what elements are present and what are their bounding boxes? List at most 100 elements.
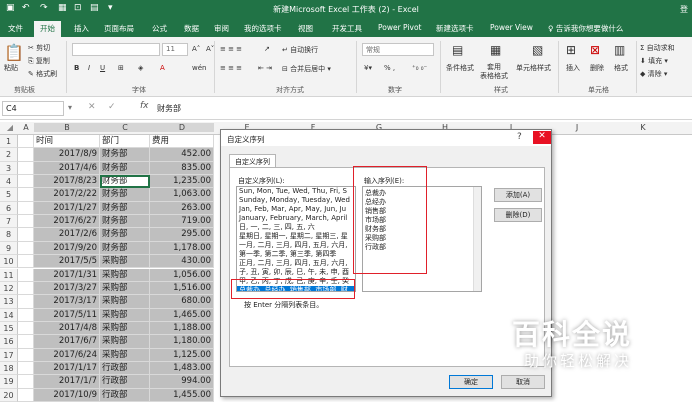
tab-home[interactable]: 开始 (34, 21, 61, 37)
close-icon[interactable]: ✕ (533, 131, 551, 144)
tab-power-pivot[interactable]: Power Pivot (378, 23, 421, 32)
font-name-dropdown[interactable] (72, 43, 160, 56)
format-painter-button[interactable]: ✎ 格式刷 (28, 69, 57, 79)
tab-review[interactable]: 审阅 (214, 23, 229, 34)
column-header-k[interactable]: K (610, 123, 676, 132)
align-top-icon[interactable]: ≡ ≡ ≡ (220, 45, 242, 53)
cost-cell[interactable]: 994.00 (150, 375, 214, 389)
cell-a[interactable] (18, 335, 34, 349)
dept-cell[interactable]: 采购部 (100, 308, 150, 322)
cost-cell[interactable]: 1,465.00 (150, 308, 214, 322)
row-header[interactable]: 1 (0, 135, 18, 149)
row-header[interactable]: 3 (0, 161, 18, 176)
insert-cells-button[interactable]: 插入 (566, 63, 580, 73)
dept-cell[interactable]: 采购部 (100, 348, 150, 362)
date-cell[interactable]: 2017/5/11 (34, 308, 100, 322)
copy-button[interactable]: ⎘ 复制 (28, 56, 50, 66)
entries-scrollbar[interactable] (473, 187, 481, 291)
cost-cell[interactable]: 680.00 (150, 295, 214, 309)
date-cell[interactable]: 2017/9/20 (34, 241, 100, 256)
cost-cell[interactable]: 1,516.00 (150, 281, 214, 296)
tab-formulas[interactable]: 公式 (152, 23, 167, 34)
row-header[interactable]: 2 (0, 148, 18, 162)
dept-cell[interactable]: 采购部 (100, 255, 150, 269)
date-cell[interactable]: 2017/3/27 (34, 281, 100, 296)
orientation-icon[interactable]: ↗ (264, 45, 270, 53)
fill-button[interactable]: ⬇ 填充 ▾ (640, 56, 668, 66)
wrap-text-button[interactable]: ↵ 自动换行 (282, 45, 318, 55)
cell-a[interactable] (18, 375, 34, 389)
font-grow-icon[interactable]: A˄ (192, 45, 200, 53)
delete-cells-button[interactable]: 删除 (590, 63, 604, 73)
paste-icon[interactable]: 📋 (4, 43, 24, 62)
ok-button[interactable]: 确定 (449, 375, 493, 389)
cost-cell[interactable]: 1,455.00 (150, 388, 214, 402)
dept-cell[interactable]: 采购部 (100, 335, 150, 349)
cell-a[interactable] (18, 241, 34, 256)
delete-button[interactable]: 删除(D) (494, 208, 542, 222)
tab-data[interactable]: 数据 (184, 23, 199, 34)
row-header[interactable]: 15 (0, 321, 18, 336)
tab-view[interactable]: 视图 (298, 23, 313, 34)
tab-page-layout[interactable]: 页面布局 (104, 23, 134, 34)
cost-cell[interactable]: 1,056.00 (150, 268, 214, 282)
formula-input[interactable]: 财务部 (154, 101, 184, 116)
header-date[interactable]: 时间 (34, 135, 100, 149)
cell-a[interactable] (18, 161, 34, 176)
name-box[interactable]: C4 (2, 101, 64, 116)
column-header-j[interactable]: J (544, 123, 610, 132)
row-header[interactable]: 5 (0, 188, 18, 202)
row-header[interactable]: 4 (0, 175, 18, 189)
dept-cell[interactable]: 财务部 (100, 241, 150, 256)
tab-new-tab[interactable]: 新建选项卡 (436, 23, 474, 34)
help-icon[interactable]: ? (517, 132, 522, 142)
row-header[interactable]: 10 (0, 255, 18, 269)
date-cell[interactable]: 2017/4/6 (34, 161, 100, 176)
phonetic-icon[interactable]: wén (192, 64, 206, 72)
number-format-dropdown[interactable]: 常规 (362, 43, 434, 56)
row-header[interactable]: 8 (0, 228, 18, 242)
row-header[interactable]: 9 (0, 241, 18, 256)
cost-cell[interactable]: 1,188.00 (150, 321, 214, 336)
underline-icon[interactable]: U (100, 64, 105, 72)
date-cell[interactable]: 2017/6/7 (34, 335, 100, 349)
row-header[interactable]: 7 (0, 215, 18, 229)
date-cell[interactable]: 2017/2/22 (34, 188, 100, 202)
cost-cell[interactable]: 1,125.00 (150, 348, 214, 362)
date-cell[interactable]: 2017/5/5 (34, 255, 100, 269)
column-header-c[interactable]: C (100, 123, 150, 132)
font-color-icon[interactable]: A (160, 64, 165, 72)
dept-cell[interactable]: 财务部 (100, 161, 150, 176)
cost-cell[interactable]: 1,235.00 (150, 175, 214, 189)
custom-list-item[interactable]: Sun, Mon, Tue, Wed, Thu, Fri, S (237, 187, 355, 196)
autosum-button[interactable]: Σ 自动求和 (640, 43, 675, 53)
function-icon[interactable]: fx (140, 101, 149, 111)
cost-cell[interactable]: 1,180.00 (150, 335, 214, 349)
cell-a[interactable] (18, 175, 34, 189)
row-header[interactable]: 20 (0, 388, 18, 402)
cell-a[interactable] (18, 255, 34, 269)
login-link[interactable]: 登 (680, 4, 688, 15)
row-header[interactable]: 16 (0, 335, 18, 349)
cell-a[interactable] (18, 188, 34, 202)
dept-cell[interactable]: 财务部 (100, 188, 150, 202)
cell-a[interactable] (18, 388, 34, 402)
cell-a[interactable] (18, 228, 34, 242)
cell-a[interactable] (18, 148, 34, 162)
cancel-button[interactable]: 取消 (501, 375, 545, 389)
border-icon[interactable]: ⊞ (118, 64, 124, 72)
cell-a[interactable] (18, 215, 34, 229)
cut-button[interactable]: ✂ 剪切 (28, 43, 50, 53)
font-size-dropdown[interactable]: 11 (162, 43, 188, 56)
currency-icon[interactable]: ¥▾ (364, 64, 372, 72)
cell-a[interactable] (18, 361, 34, 376)
cost-cell[interactable]: 263.00 (150, 201, 214, 216)
conditional-format-button[interactable]: 条件格式 (446, 63, 474, 73)
tab-my-tab[interactable]: 我的选项卡 (244, 23, 282, 34)
cost-cell[interactable]: 430.00 (150, 255, 214, 269)
table-format-button[interactable]: 套用 表格格式 (480, 63, 508, 81)
fill-color-icon[interactable]: ◈ (138, 64, 143, 72)
custom-list-item[interactable]: 子, 丑, 寅, 卯, 辰, 巳, 午, 未, 申, 酉 (237, 268, 355, 277)
indent-icon[interactable]: ⇤ ⇥ (258, 64, 272, 72)
custom-list-item[interactable]: January, February, March, April (237, 214, 355, 223)
